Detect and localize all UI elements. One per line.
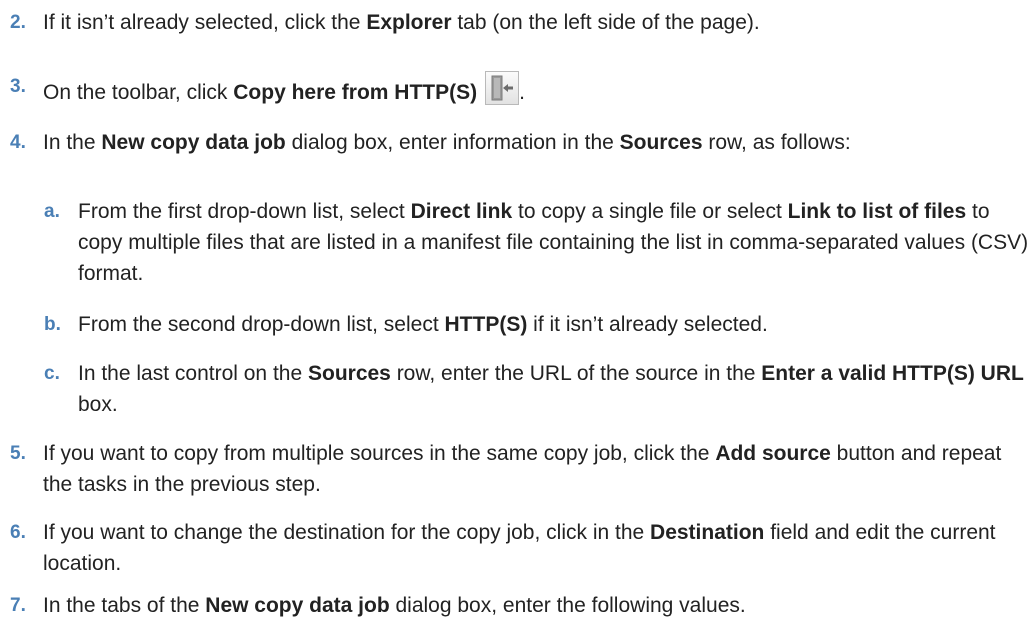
step-text: On the toolbar, click Copy here from HTT… [43,71,1030,108]
step-6: 6. If you want to change the destination… [0,517,1030,579]
substep-text: In the last control on the Sources row, … [78,362,1024,416]
substep-c: c. In the last control on the Sources ro… [0,358,1030,420]
step-4: 4. In the New copy data job dialog box, … [0,127,1030,158]
step-text: If it isn’t already selected, click the … [43,11,760,34]
substep-letter: a. [44,201,60,222]
step-text: If you want to copy from multiple source… [43,442,1002,496]
substep-text: From the second drop-down list, select H… [78,313,768,336]
step-3: 3. On the toolbar, click Copy here from … [0,71,1030,108]
step-number: 7. [10,595,26,616]
step-2: 2. If it isn’t already selected, click t… [0,7,1030,38]
step-number: 6. [10,522,26,543]
substep-a: a. From the first drop-down list, select… [0,196,1030,289]
step-text: In the New copy data job dialog box, ent… [43,131,851,154]
substep-letter: b. [44,314,61,335]
substep-b: b. From the second drop-down list, selec… [0,309,1030,340]
step-text: In the tabs of the New copy data job dia… [43,594,746,617]
substep-text: From the first drop-down list, select Di… [78,200,1029,285]
step-number: 4. [10,132,26,153]
step-text: If you want to change the destination fo… [43,521,996,575]
step-5: 5. If you want to copy from multiple sou… [0,438,1030,500]
substep-letter: c. [44,363,60,384]
copy-here-from-http-icon [485,71,520,105]
step-number: 5. [10,443,26,464]
step-number: 2. [10,12,26,33]
step-7: 7. In the tabs of the New copy data job … [0,590,1030,621]
step-number: 3. [10,76,26,97]
